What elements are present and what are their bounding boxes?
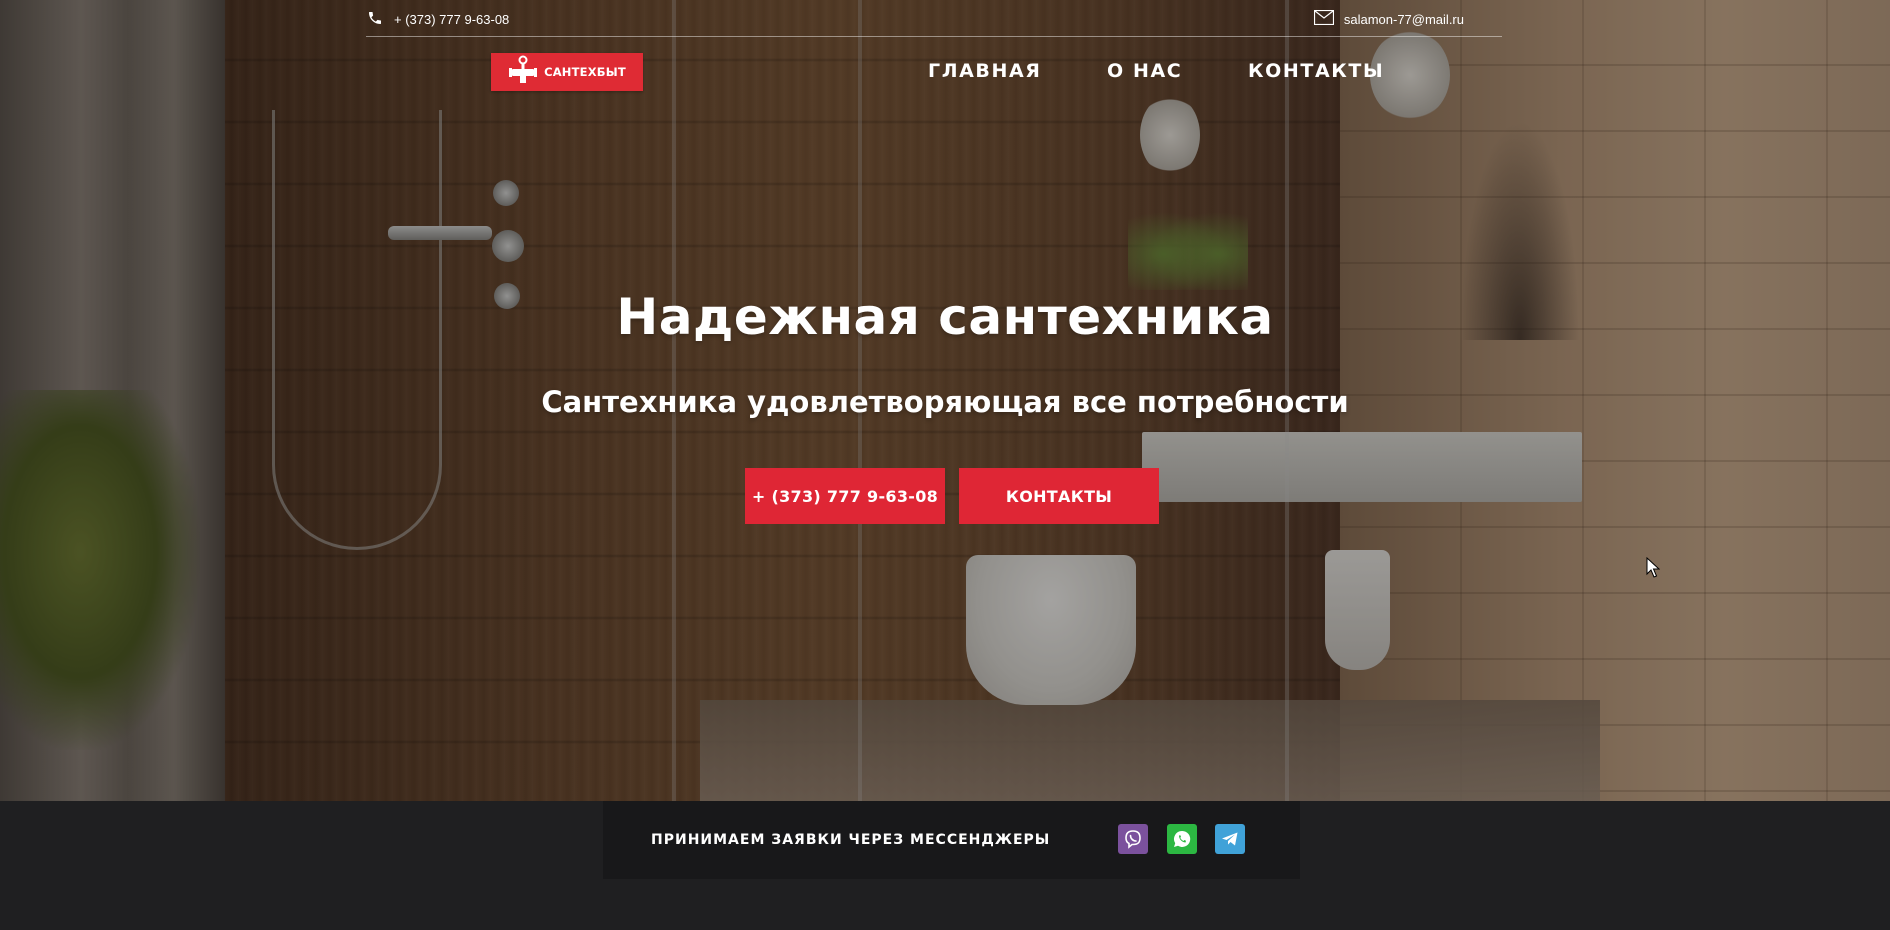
messengers-label: ПРИНИМАЕМ ЗАЯВКИ ЧЕРЕЗ МЕССЕНДЖЕРЫ [651,832,1051,848]
nav-item-contacts[interactable]: КОНТАКТЫ [1248,60,1384,82]
whatsapp-icon[interactable] [1167,824,1197,854]
top-email-text[interactable]: salamon-77@mail.ru [1344,12,1464,27]
faucet-icon [508,55,538,90]
contacts-button[interactable]: КОНТАКТЫ [959,468,1159,524]
hero-title: Надежная сантехника [616,288,1274,346]
mouse-cursor-icon [1646,557,1660,578]
footer: ПРИНИМАЕМ ЗАЯВКИ ЧЕРЕЗ МЕССЕНДЖЕРЫ [0,801,1890,930]
hero-section: + (373) 777 9-63-08 salamon-77@mail.ru С… [0,0,1890,801]
top-phone[interactable]: + (373) 777 9-63-08 [366,10,509,29]
phone-icon [366,10,384,29]
telegram-icon[interactable] [1215,824,1245,854]
top-bar: + (373) 777 9-63-08 salamon-77@mail.ru [366,0,1502,37]
messengers-panel: ПРИНИМАЕМ ЗАЯВКИ ЧЕРЕЗ МЕССЕНДЖЕРЫ [603,801,1300,879]
site-logo[interactable]: САНТЕХБЫТ [491,53,643,91]
nav-item-about[interactable]: О НАС [1107,60,1182,82]
top-phone-text[interactable]: + (373) 777 9-63-08 [394,12,509,27]
mail-icon [1313,9,1334,28]
phone-button[interactable]: + (373) 777 9-63-08 [745,468,945,524]
viber-icon[interactable] [1118,824,1148,854]
hero-subtitle: Сантехника удовлетворяющая все потребнос… [541,385,1349,419]
nav-item-home[interactable]: ГЛАВНАЯ [928,60,1042,82]
logo-text: САНТЕХБЫТ [544,65,626,79]
top-email[interactable]: salamon-77@mail.ru [1313,9,1464,28]
